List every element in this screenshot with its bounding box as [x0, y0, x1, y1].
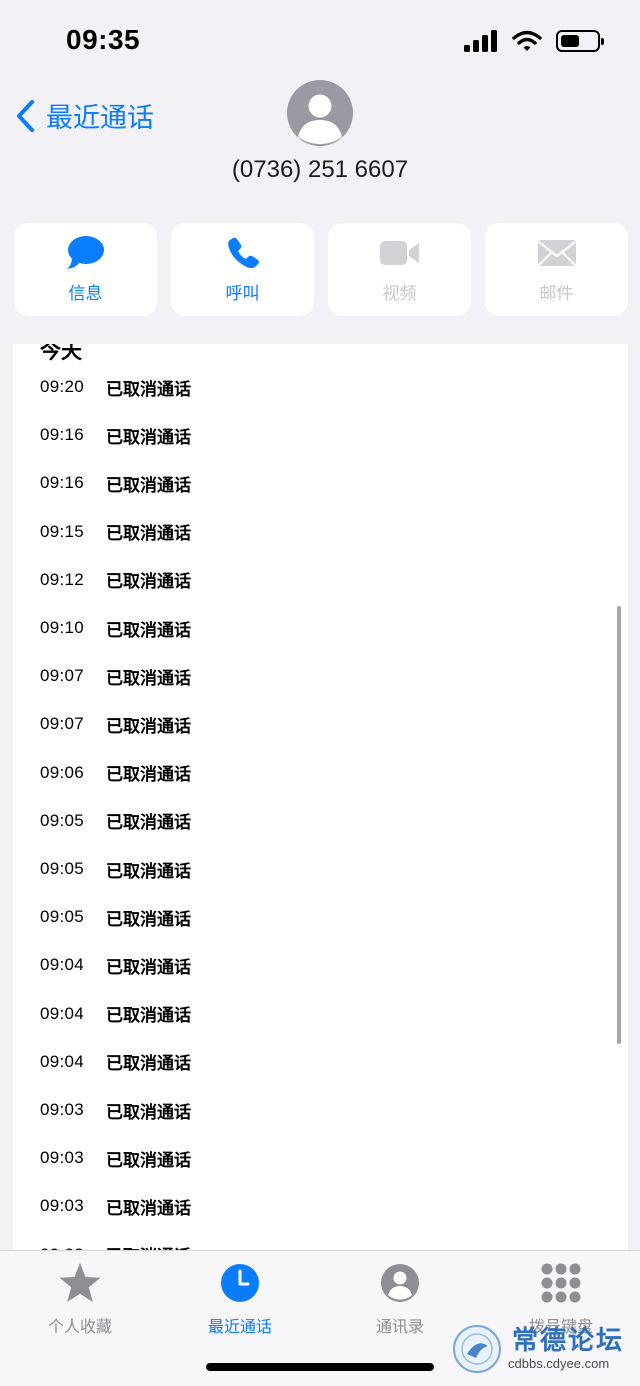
- call-row[interactable]: 09:20 已取消通话: [40, 375, 191, 399]
- call-time: 09:15: [40, 521, 85, 541]
- cellular-signal-icon: [464, 30, 497, 52]
- call-time: 09:04: [40, 1003, 85, 1023]
- call-status: 已取消通话: [106, 572, 191, 592]
- watermark-url: cdbbs.cdyee.com: [508, 1356, 610, 1371]
- call-status: 已取消通话: [106, 716, 191, 736]
- call-row[interactable]: 09:03 已取消通话: [40, 1098, 191, 1122]
- chevron-left-icon: [17, 99, 34, 132]
- contact-avatar: [287, 80, 353, 146]
- video-icon: [379, 241, 419, 265]
- call-row[interactable]: 09:07 已取消通话: [40, 664, 191, 688]
- mail-icon: [537, 240, 576, 266]
- person-icon: [381, 1264, 419, 1302]
- call-button[interactable]: 呼叫: [171, 223, 314, 316]
- call-row[interactable]: 09:12 已取消通话: [40, 568, 191, 592]
- scroll-indicator[interactable]: [617, 606, 621, 1044]
- call-status: 已取消通话: [106, 1198, 191, 1218]
- status-icons: [464, 30, 604, 52]
- call-time: 09:16: [40, 425, 85, 445]
- tab-favorites-label: 个人收藏: [47, 1319, 112, 1336]
- contact-actions: 信息 呼叫 视频 邮件: [14, 223, 628, 316]
- mail-button-label: 邮件: [539, 284, 574, 303]
- call-time: 09:04: [40, 1051, 85, 1071]
- call-status: 已取消通话: [106, 427, 191, 447]
- call-row[interactable]: 09:16 已取消通话: [40, 471, 191, 495]
- call-row[interactable]: 09:03 已取消通话: [40, 1146, 191, 1170]
- call-status: 已取消通话: [106, 1006, 191, 1026]
- clock-icon: [221, 1264, 259, 1302]
- status-bar: 09:35: [0, 0, 640, 80]
- call-history-list[interactable]: 今天 09:20 已取消通话 09:16 已取消通话 09:16 已取消通话 09:15 已取…: [13, 344, 628, 1250]
- tab-contacts-label: 通讯录: [375, 1319, 424, 1336]
- tab-recents-label: 最近通话: [207, 1319, 272, 1336]
- back-button[interactable]: 最近通话: [14, 96, 154, 135]
- watermark-brand: 常德论坛: [512, 1326, 625, 1356]
- call-status: 已取消通话: [106, 861, 191, 881]
- back-button-label: 最近通话: [46, 103, 154, 133]
- tab-recents[interactable]: 最近通话: [165, 1259, 315, 1337]
- mail-button[interactable]: 邮件: [485, 223, 628, 316]
- person-silhouette-icon: [298, 94, 342, 144]
- call-row[interactable]: 09:04 已取消通话: [40, 953, 191, 977]
- call-row[interactable]: 09:02已取消通话: [40, 1243, 191, 1250]
- call-row[interactable]: 09:05 已取消通话: [40, 905, 191, 929]
- call-row[interactable]: 09:15 已取消通话: [40, 520, 191, 544]
- call-status: 已取消通话: [106, 1054, 191, 1074]
- video-button[interactable]: 视频: [328, 223, 471, 316]
- status-time: 09:35: [66, 24, 141, 55]
- call-time: 09:06: [40, 762, 85, 782]
- call-time: 09:16: [40, 473, 85, 493]
- call-status: 已取消通话: [106, 475, 191, 495]
- call-row[interactable]: 09:04 已取消通话: [40, 1002, 191, 1026]
- call-status: 已取消通话: [106, 668, 191, 688]
- call-row[interactable]: 09:05 已取消通话: [40, 857, 191, 881]
- call-row[interactable]: 09:03 已取消通话: [40, 1194, 191, 1218]
- call-row[interactable]: 09:07 已取消通话: [40, 712, 191, 736]
- call-status: 已取消通话: [106, 524, 191, 544]
- call-time: 09:05: [40, 907, 85, 927]
- call-time: 09:12: [40, 569, 85, 589]
- wifi-icon: [512, 30, 542, 51]
- call-row[interactable]: 09:06 已取消通话: [40, 761, 191, 785]
- watermark-logo-icon: [453, 1325, 501, 1373]
- call-time: 09:05: [40, 810, 85, 830]
- call-time: 09:04: [40, 955, 85, 975]
- call-time: 09:07: [40, 666, 85, 686]
- call-button-label: 呼叫: [225, 284, 260, 303]
- call-row[interactable]: 09:05 已取消通话: [40, 809, 191, 833]
- call-status: 已取消通话: [106, 909, 191, 929]
- call-time: 09:07: [40, 714, 85, 734]
- call-status: 已取消通话: [106, 379, 191, 399]
- call-status: 已取消通话: [106, 813, 191, 833]
- call-status: 已取消通话: [106, 1102, 191, 1122]
- call-row[interactable]: 09:10 已取消通话: [40, 616, 191, 640]
- call-row[interactable]: 09:16 已取消通话: [40, 423, 191, 447]
- call-status: 已取消通话: [106, 620, 191, 640]
- contact-phone-number: (0736) 251 6607: [231, 156, 409, 183]
- call-time: 09:03: [40, 1100, 85, 1119]
- call-time: 09:03: [40, 1148, 85, 1168]
- keypad-icon: [541, 1263, 581, 1303]
- call-time: 09:05: [40, 859, 85, 878]
- call-time: 09:20: [40, 377, 85, 396]
- call-status: 已取消通话: [106, 957, 191, 977]
- battery-icon: [556, 30, 604, 52]
- call-status: 已取消通话: [106, 1150, 191, 1170]
- call-status: 已取消通话: [106, 1242, 191, 1250]
- phone-icon: [227, 237, 259, 269]
- star-icon: [59, 1263, 101, 1302]
- message-icon: [66, 236, 104, 269]
- call-time: 09:10: [40, 618, 85, 637]
- call-row[interactable]: 09:04 已取消通话: [40, 1050, 191, 1074]
- home-indicator[interactable]: [206, 1363, 434, 1371]
- watermark: 常德论坛 cdbbs.cdyee.com: [452, 1322, 632, 1378]
- call-time: 09:03: [40, 1196, 85, 1216]
- tab-favorites[interactable]: 个人收藏: [5, 1259, 155, 1337]
- message-button-label: 信息: [68, 284, 103, 303]
- section-title-today: 今天: [40, 344, 82, 363]
- call-status: 已取消通话: [106, 765, 191, 785]
- message-button[interactable]: 信息: [14, 223, 157, 316]
- video-button-label: 视频: [382, 284, 417, 303]
